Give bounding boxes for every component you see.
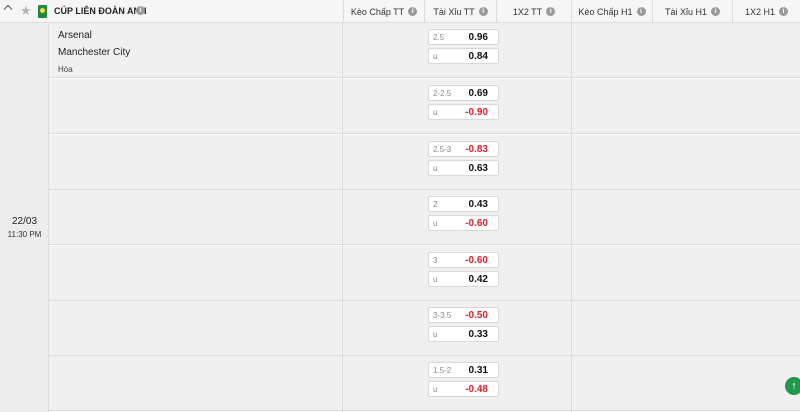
draw-label: Hòa (58, 65, 73, 74)
odds-value: 0.31 (468, 365, 488, 376)
match-time-cell: 22/03 11:30 PM (0, 23, 49, 412)
table-row (49, 356, 800, 411)
odds-value: 0.42 (468, 274, 488, 285)
odds-line-label: 2-2.5 (433, 89, 452, 98)
odds-line-label: u (433, 275, 438, 284)
odds-line-label: u (433, 108, 438, 117)
over-odds-button[interactable]: 2.5-3 -0.83 (428, 141, 499, 157)
odds-value: 0.84 (468, 51, 488, 62)
column-header-handicap-ft: Kèo Chấp TT i (343, 0, 424, 23)
odds-value: 0.96 (468, 32, 488, 43)
column-header-over-under-ft: Tài Xỉu TT i (424, 0, 496, 23)
odds-value: 0.33 (468, 329, 488, 340)
odds-line-label: 2.5-3 (433, 145, 452, 154)
match-date: 22/03 (11, 216, 38, 227)
column-label: Tài Xỉu H1 (664, 6, 708, 17)
column-label: 1X2 TT (512, 6, 543, 17)
odds-value: 0.43 (468, 199, 488, 210)
chevron-up-icon[interactable] (3, 4, 13, 14)
odds-line-label: u (433, 219, 438, 228)
column-header-over-under-h1: Tài Xỉu H1 i (652, 0, 732, 23)
home-team[interactable]: Arsenal (58, 30, 92, 41)
over-odds-button[interactable]: 2.5 0.96 (428, 29, 499, 45)
odds-line-label: u (433, 164, 438, 173)
odds-value: -0.83 (465, 144, 488, 155)
column-label: Kèo Chấp H1 (578, 6, 633, 17)
info-icon[interactable]: i (779, 7, 789, 16)
info-icon[interactable]: i (546, 7, 556, 16)
odds-value: -0.60 (465, 218, 488, 229)
over-odds-button[interactable]: 3-3.5 -0.50 (428, 307, 499, 323)
over-odds-button[interactable]: 2-2.5 0.69 (428, 85, 499, 101)
star-icon[interactable]: ★ (20, 4, 32, 18)
odds-line-label: 2 (433, 200, 438, 209)
under-odds-button[interactable]: u 0.63 (428, 160, 499, 176)
under-odds-button[interactable]: u -0.90 (428, 104, 499, 120)
info-icon[interactable]: i (711, 7, 721, 16)
info-icon[interactable]: i (636, 7, 646, 16)
odds-value: -0.48 (465, 384, 488, 395)
under-odds-button[interactable]: u 0.42 (428, 271, 499, 287)
under-odds-button[interactable]: u 0.84 (428, 48, 499, 64)
column-divider (571, 23, 572, 412)
under-odds-button[interactable]: u -0.48 (428, 381, 499, 397)
info-icon[interactable]: i (478, 7, 488, 16)
table-row: Arsenal Manchester City Hòa (49, 23, 800, 78)
table-header: ★ CÚP LIÊN ĐOÀN ANH i Kèo Chấp TT i Tài X… (0, 0, 800, 23)
column-label: 1X2 H1 (744, 6, 776, 17)
column-header-1x2-ft: 1X2 TT i (496, 0, 571, 23)
under-odds-button[interactable]: u -0.60 (428, 215, 499, 231)
column-label: Tài Xỉu TT (433, 6, 475, 17)
over-odds-button[interactable]: 1.5-2 0.31 (428, 362, 499, 378)
odds-line-label: 3-3.5 (433, 311, 452, 320)
over-odds-button[interactable]: 2 0.43 (428, 196, 499, 212)
odds-line-label: u (433, 52, 438, 61)
away-team[interactable]: Manchester City (58, 47, 130, 58)
match-time: 11:30 PM (7, 230, 42, 239)
info-icon[interactable]: i (136, 6, 145, 15)
odds-line-label: u (433, 330, 438, 339)
odds-value: -0.50 (465, 310, 488, 321)
odds-value: -0.60 (465, 255, 488, 266)
over-odds-button[interactable]: 3 -0.60 (428, 252, 499, 268)
table-row (49, 79, 800, 134)
arrow-up-icon: ↑ (791, 379, 797, 392)
table-row (49, 135, 800, 190)
league-logo-icon (38, 5, 47, 18)
under-odds-button[interactable]: u 0.33 (428, 326, 499, 342)
odds-line-label: 2.5 (433, 33, 445, 42)
odds-value: -0.90 (465, 107, 488, 118)
table-row (49, 246, 800, 301)
odds-line-label: 3 (433, 256, 438, 265)
info-icon[interactable]: i (408, 7, 418, 16)
odds-line-label: 1.5-2 (433, 366, 452, 375)
column-label: Kèo Chấp TT (350, 6, 405, 17)
column-header-handicap-h1: Kèo Chấp H1 i (571, 0, 652, 23)
scroll-top-button[interactable]: ↑ (785, 377, 800, 395)
league-name[interactable]: CÚP LIÊN ĐOÀN ANH (54, 6, 147, 16)
odds-line-label: u (433, 385, 438, 394)
table-row (49, 190, 800, 245)
column-divider (342, 23, 343, 412)
odds-value: 0.69 (468, 88, 488, 99)
table-row (49, 301, 800, 356)
odds-value: 0.63 (468, 163, 488, 174)
column-header-1x2-h1: 1X2 H1 i (732, 0, 800, 23)
